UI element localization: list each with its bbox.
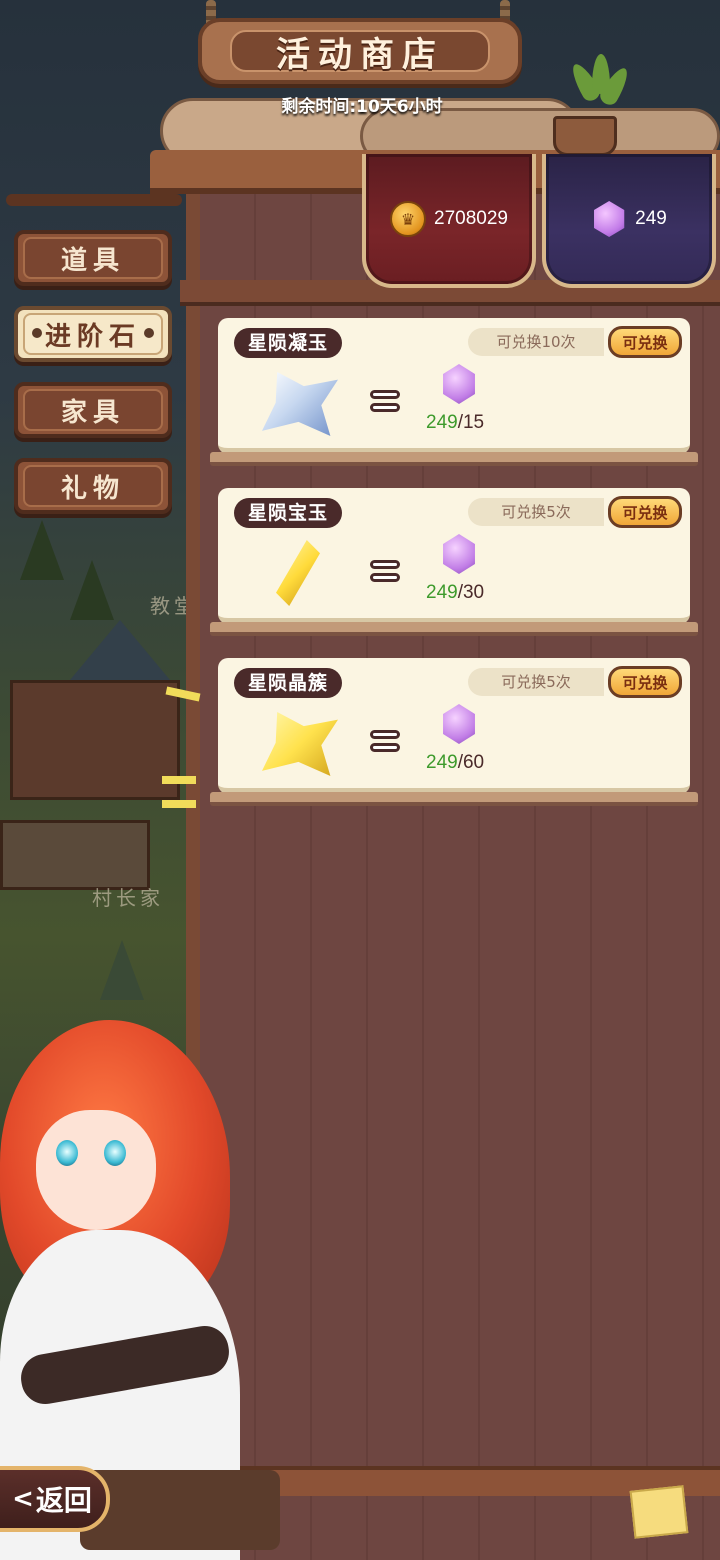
crown-coin-icon: ♛: [390, 201, 427, 237]
shop-item-card[interactable]: 星陨晶簇 可兑换5次 可兑换 249/60: [218, 658, 690, 794]
purple-gem-icon: [443, 364, 475, 404]
tab-furniture[interactable]: 家具: [14, 382, 172, 438]
purple-gem-icon: [594, 201, 625, 237]
gem-owned: 249: [426, 582, 458, 603]
sticky-note[interactable]: [629, 1485, 689, 1539]
character-belt: [80, 1470, 280, 1550]
blue-star-crystal-icon: [262, 372, 338, 436]
exchange-limit: 可兑换5次: [468, 498, 604, 526]
back-label: 返回: [35, 1484, 92, 1517]
tab-items[interactable]: 道具: [14, 230, 172, 286]
purple-gem-icon: [443, 704, 475, 744]
tab-label: 家具: [60, 397, 125, 428]
house: [0, 820, 150, 890]
title-banner: 活动商店: [198, 18, 522, 84]
card-shelf: [210, 452, 698, 466]
tape-mark: [162, 800, 196, 808]
gem-amount: 249: [635, 208, 667, 229]
character-face: [36, 1110, 156, 1230]
shop-item-card[interactable]: 星陨凝玉 可兑换10次 可兑换 249/15: [218, 318, 690, 454]
gold-amount: 2708029: [434, 208, 508, 229]
tab-hanger: [6, 194, 182, 206]
exchange-limit: 可兑换5次: [468, 668, 604, 696]
house-roof: [70, 620, 170, 680]
yellow-diamond-crystal-icon: [276, 540, 320, 606]
gem-currency-banner[interactable]: 249: [542, 154, 716, 288]
gem-required: /30: [457, 582, 485, 603]
tree: [70, 560, 114, 620]
tab-label: 进阶石: [44, 321, 141, 352]
yellow-star-crystal-icon: [262, 712, 338, 776]
card-shelf: [210, 622, 698, 636]
title-inner: 活动商店: [230, 30, 490, 75]
equals-icon: [370, 390, 400, 414]
tab-inner: 进阶石: [23, 313, 163, 355]
back-button[interactable]: < 返回: [0, 1466, 110, 1532]
tree: [20, 520, 64, 580]
gem-owned: 249: [426, 412, 458, 433]
character-eye: [104, 1140, 126, 1166]
house: [10, 680, 180, 800]
bolt-icon: [32, 328, 42, 338]
plant-pot: [553, 116, 617, 156]
item-cost: 249/15: [426, 412, 484, 434]
gold-currency-banner[interactable]: ♛ 2708029: [362, 154, 536, 288]
village-chief-sign: 村长家: [92, 886, 164, 910]
shop-item-card[interactable]: 星陨宝玉 可兑换5次 可兑换 249/30: [218, 488, 690, 624]
exchange-limit: 可兑换10次: [468, 328, 604, 356]
bolt-icon: [144, 328, 154, 338]
tape-mark: [162, 776, 196, 784]
back-arrow-icon: <: [12, 1484, 34, 1514]
tab-label: 礼物: [60, 473, 125, 504]
tab-inner: 礼物: [23, 465, 163, 507]
item-name: 星陨晶簇: [234, 668, 343, 698]
tab-advance-stone[interactable]: 进阶石: [14, 306, 172, 362]
tab-label: 道具: [60, 245, 125, 276]
purple-gem-icon: [443, 534, 475, 574]
redeem-button[interactable]: 可兑换: [608, 496, 682, 528]
tab-inner: 道具: [23, 237, 163, 279]
tree: [100, 940, 144, 1000]
item-cost: 249/30: [426, 582, 484, 604]
gem-required: /15: [457, 412, 485, 433]
tab-gifts[interactable]: 礼物: [14, 458, 172, 514]
remaining-time: 剩余时间:10天6小时: [281, 97, 443, 117]
gem-owned: 249: [426, 752, 458, 773]
gem-required: /60: [457, 752, 485, 773]
redeem-button[interactable]: 可兑换: [608, 326, 682, 358]
item-cost: 249/60: [426, 752, 484, 774]
character-eye: [56, 1140, 78, 1166]
page-title: 活动商店: [276, 34, 444, 75]
item-name: 星陨凝玉: [234, 328, 343, 358]
redeem-button[interactable]: 可兑换: [608, 666, 682, 698]
item-name: 星陨宝玉: [234, 498, 343, 528]
tab-inner: 家具: [23, 389, 163, 431]
equals-icon: [370, 560, 400, 584]
card-shelf: [210, 792, 698, 806]
equals-icon: [370, 730, 400, 754]
